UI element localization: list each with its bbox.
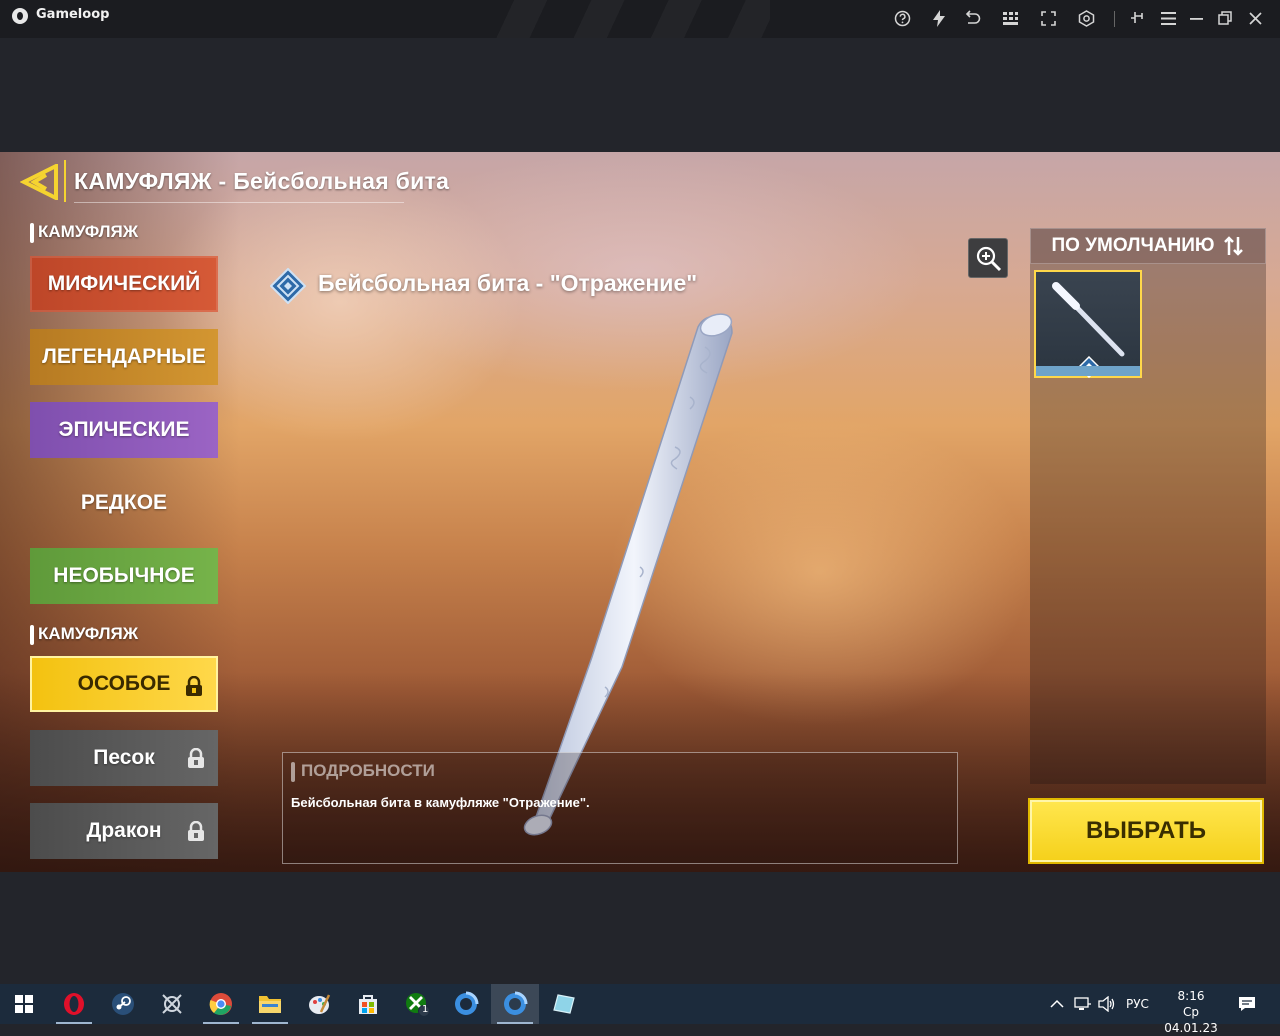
app-center-icon[interactable] xyxy=(1077,9,1095,27)
category-dragon-label: Дракон xyxy=(86,819,162,842)
category-sand-label: Песок xyxy=(93,746,155,769)
clock-time: 8:16 xyxy=(1177,989,1205,1003)
sort-icon xyxy=(1223,236,1243,256)
lock-icon xyxy=(188,748,204,768)
xbox-badge: 1 xyxy=(422,1004,429,1015)
category-special-button[interactable]: ОСОБОЕ xyxy=(30,656,218,712)
close-icon[interactable] xyxy=(1246,9,1264,27)
category-special-label: ОСОБОЕ xyxy=(77,672,171,695)
title-accent-line xyxy=(64,160,66,202)
emulator-titlebar: Gameloop xyxy=(0,0,1280,38)
sort-dropdown[interactable]: ПО УМОЛЧАНИЮ xyxy=(1030,228,1266,264)
baseball-bat-thumbnail-icon xyxy=(1052,282,1125,357)
taskbar-steam[interactable] xyxy=(99,984,147,1024)
item-slot-reflection[interactable] xyxy=(1034,270,1142,378)
titlebar-decoration xyxy=(470,0,770,38)
paint-palette-icon xyxy=(309,994,331,1014)
zoom-in-icon xyxy=(976,246,1002,272)
tray-network[interactable] xyxy=(1074,984,1092,1024)
microsoft-store-icon xyxy=(359,995,377,1014)
gameloop-app-icon xyxy=(504,991,528,1015)
zoom-button[interactable] xyxy=(968,238,1008,278)
select-button[interactable]: ВЫБРАТЬ xyxy=(1030,800,1262,862)
details-panel: ПОДРОБНОСТИ Бейсбольная бита в камуфляже… xyxy=(282,752,958,864)
pin-icon[interactable] xyxy=(1129,9,1147,27)
taskbar-gameloop-active[interactable] xyxy=(491,984,539,1024)
tray-clock[interactable]: 8:16 Ср 04.01.23 xyxy=(1158,988,1224,1036)
tray-overflow[interactable] xyxy=(1050,984,1064,1024)
chrome-icon xyxy=(209,993,232,1015)
menu-icon[interactable] xyxy=(1159,9,1177,27)
minimize-icon[interactable] xyxy=(1187,9,1205,27)
notification-icon xyxy=(1239,997,1255,1011)
skin-name: Бейсбольная бита - "Отражение" xyxy=(318,270,698,296)
crosshair-app-icon xyxy=(162,994,182,1014)
category-legendary-button[interactable]: ЛЕГЕНДАРНЫЕ xyxy=(30,329,218,385)
category-rare-button[interactable]: РЕДКОЕ xyxy=(30,475,218,531)
taskbar-xbox[interactable]: 1 xyxy=(393,984,441,1024)
opera-icon xyxy=(64,993,84,1015)
network-icon xyxy=(1074,997,1091,1010)
lock-icon xyxy=(186,676,202,696)
game-viewport: КАМУФЛЯЖ - Бейсбольная бита КАМУФЛЯЖ МИФ… xyxy=(0,152,1280,872)
page-title: КАМУФЛЯЖ - Бейсбольная бита xyxy=(74,168,450,194)
tray-volume[interactable] xyxy=(1098,984,1116,1024)
category-dragon-button[interactable]: Дракон xyxy=(30,803,218,859)
category-epic-button[interactable]: ЭПИЧЕСКИЕ xyxy=(30,402,218,458)
taskbar-store[interactable] xyxy=(344,984,392,1024)
steam-icon xyxy=(112,993,134,1015)
clock-date: Ср 04.01.23 xyxy=(1164,1005,1218,1035)
chevron-up-icon xyxy=(1050,999,1064,1008)
section-label-camouflage: КАМУФЛЯЖ xyxy=(30,222,138,243)
section-label-camouflage-special: КАМУФЛЯЖ xyxy=(30,624,138,645)
restore-icon[interactable] xyxy=(1216,9,1234,27)
details-label: ПОДРОБНОСТИ xyxy=(291,761,435,782)
taskbar-paint[interactable] xyxy=(295,984,343,1024)
windows-taskbar: 1 РУС 8:16 Ср 04.01.23 xyxy=(0,984,1280,1035)
file-explorer-icon xyxy=(259,996,281,1013)
taskbar-gameloop-launcher[interactable] xyxy=(442,984,490,1024)
details-text: Бейсбольная бита в камуфляже "Отражение"… xyxy=(291,795,590,810)
help-icon[interactable] xyxy=(893,9,911,27)
fullscreen-icon[interactable] xyxy=(1039,9,1057,27)
keyboard-mapping-icon[interactable] xyxy=(1001,9,1019,27)
taskbar-chrome[interactable] xyxy=(197,984,245,1024)
category-sand-button[interactable]: Песок xyxy=(30,730,218,786)
taskbar-app-crosshair[interactable] xyxy=(148,984,196,1024)
windows-start-icon[interactable] xyxy=(15,995,33,1013)
back-button[interactable] xyxy=(19,162,60,202)
gameloop-logo-icon xyxy=(12,8,28,24)
gameloop-app-icon xyxy=(455,991,479,1015)
taskbar-opera[interactable] xyxy=(50,984,98,1024)
volume-icon xyxy=(1098,996,1115,1012)
titlebar-separator xyxy=(1114,11,1115,27)
category-mythic-button[interactable]: МИФИЧЕСКИЙ xyxy=(30,256,218,312)
taskbar-explorer[interactable] xyxy=(246,984,294,1024)
window-title: Gameloop xyxy=(36,7,110,22)
tray-notifications[interactable] xyxy=(1238,984,1256,1024)
boost-icon[interactable] xyxy=(930,9,948,27)
sort-label: ПО УМОЛЧАНИЮ xyxy=(1051,235,1215,256)
tray-language[interactable]: РУС xyxy=(1126,984,1149,1024)
category-uncommon-button[interactable]: НЕОБЫЧНОЕ xyxy=(30,548,218,604)
title-underline xyxy=(74,202,404,203)
rarity-bar xyxy=(1036,366,1140,376)
taskbar-app-card[interactable] xyxy=(540,984,588,1024)
card-app-icon xyxy=(553,994,575,1014)
lock-icon xyxy=(188,821,204,841)
back-rotate-icon[interactable] xyxy=(963,9,981,27)
rarity-diamond-icon xyxy=(270,268,306,304)
